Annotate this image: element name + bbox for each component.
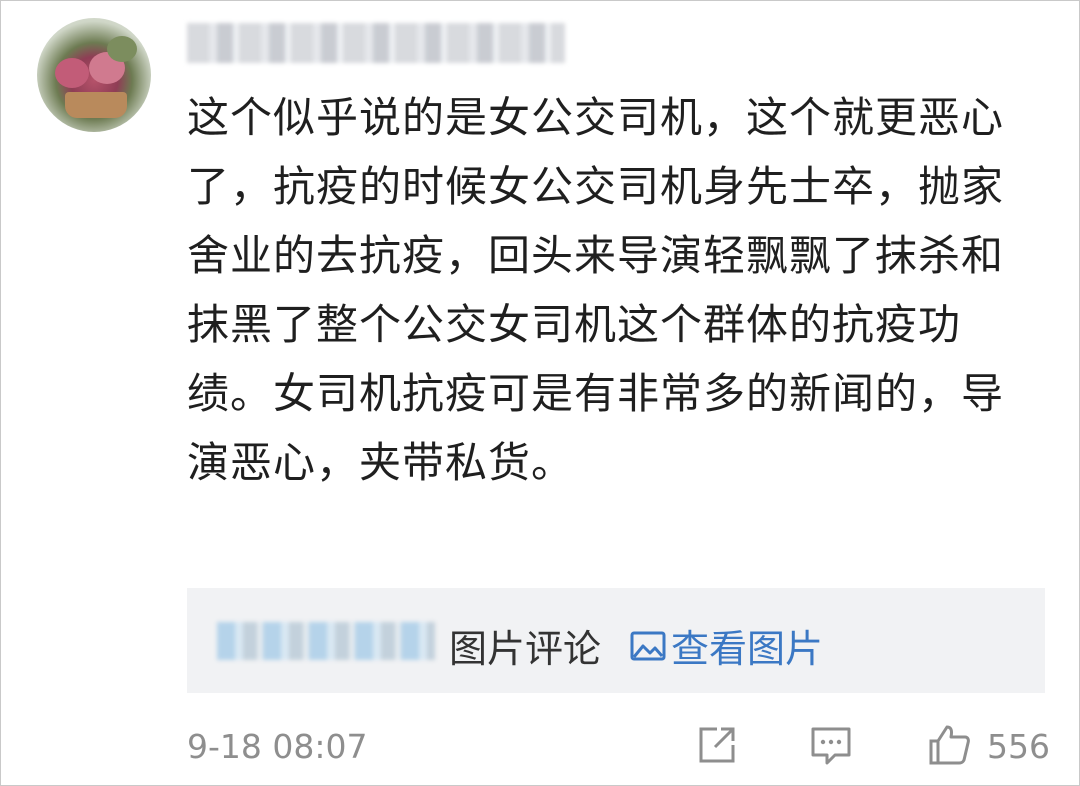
comment-icon[interactable] [809, 723, 853, 767]
view-image-label: 查看图片 [671, 627, 824, 671]
timestamp: 9-18 08:07 [187, 727, 368, 766]
avatar-plant-pot [65, 92, 127, 118]
avatar-plant-leaf [55, 58, 89, 88]
share-icon[interactable] [695, 723, 739, 767]
view-image-link[interactable]: 查看图片 [629, 618, 823, 673]
image-icon [630, 631, 666, 660]
avatar[interactable] [37, 18, 151, 132]
thumbs-up-icon[interactable] [927, 723, 971, 767]
quoted-reply-box[interactable]: 图片评论 查看图片 [187, 588, 1045, 693]
quoted-user-blurred[interactable] [217, 622, 435, 660]
comment-card: 这个似乎说的是女公交司机，这个就更恶心了，抗疫的时候女公交司机身先士卒，抛家舍业… [0, 0, 1080, 786]
username-blurred[interactable] [187, 23, 565, 63]
comment-text: 这个似乎说的是女公交司机，这个就更恶心了，抗疫的时候女公交司机身先士卒，抛家舍业… [187, 93, 1005, 487]
avatar-plant-leaf [107, 36, 137, 62]
quote-label: 图片评论 [449, 627, 602, 671]
like-count: 556 [987, 727, 1050, 766]
